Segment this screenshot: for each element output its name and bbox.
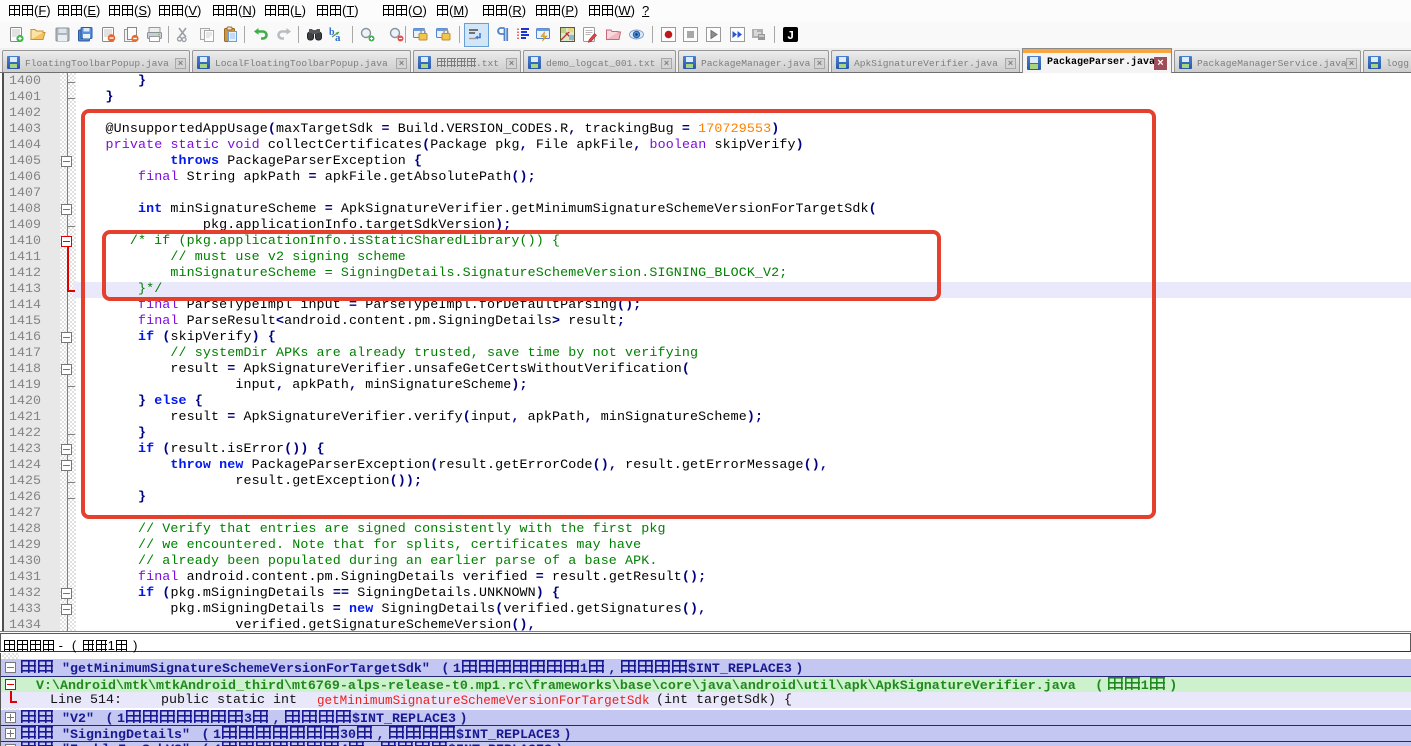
svg-text:J: J: [787, 29, 794, 43]
